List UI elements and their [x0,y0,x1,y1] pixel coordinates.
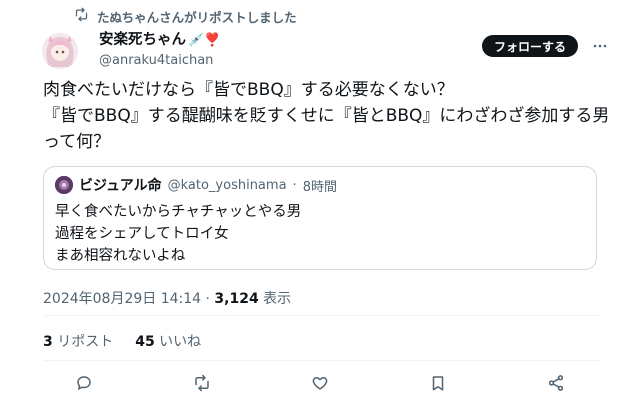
views-count: 3,124 [214,291,259,307]
avatar[interactable] [42,33,78,69]
author-name[interactable]: 安楽死ちゃん 💉❣️ [99,31,220,50]
quote-text: 早く食べたいからチャチャッとやる男 過程をシェアしてトロイ女 まあ相容れないよね [55,204,302,264]
reposts-stat[interactable]: 3 リポスト [43,331,113,351]
quote-header: ビジュアル命 @kato_yoshinama · 8時間 [55,175,337,195]
quoted-tweet[interactable]: ビジュアル命 @kato_yoshinama · 8時間 早く食べたいからチャチ… [43,166,597,270]
syringe-heart-emoji: 💉❣️ [188,33,221,48]
tweet-text: 肉食べたいだけなら『皆でBBQ』する必要なくない？ 『皆でBBQ』する醍醐味を貶… [43,80,610,152]
follow-button[interactable]: フォローする [482,35,579,57]
quote-separator: · [292,177,297,193]
likes-stat[interactable]: 45 いいね [135,331,201,351]
bookmark-icon[interactable] [427,372,449,394]
quote-author-name: ビジュアル命 [79,178,162,194]
repost-text: たぬちゃんさんがリポストしました [97,9,297,25]
author-handle[interactable]: @anraku4taichan [99,52,220,70]
quote-time: 8時間 [302,179,337,195]
tweet-datetime[interactable]: 2024年08月29日 14:14 [43,291,201,307]
like-icon[interactable] [309,372,331,394]
author-info: 安楽死ちゃん 💉❣️ @anraku4taichan [99,31,220,70]
action-bar [73,372,567,394]
more-icon[interactable] [592,38,608,54]
reply-icon[interactable] [73,372,95,394]
quote-author-handle: @kato_yoshinama [167,177,287,193]
tweet-meta: 2024年08月29日 14:14 · 3,124 表示 [43,288,291,308]
meta-separator: · [205,291,210,307]
repost-indicator: たぬちゃんさんがリポストしました [74,6,297,26]
engagement-stats: 3 リポスト 45 いいね [43,331,201,351]
divider [43,360,600,361]
share-icon[interactable] [545,372,567,394]
divider [43,315,600,316]
retweet-icon[interactable] [191,372,213,394]
quote-avatar [55,176,73,194]
views-label: 表示 [263,291,292,307]
repost-icon [74,7,89,25]
